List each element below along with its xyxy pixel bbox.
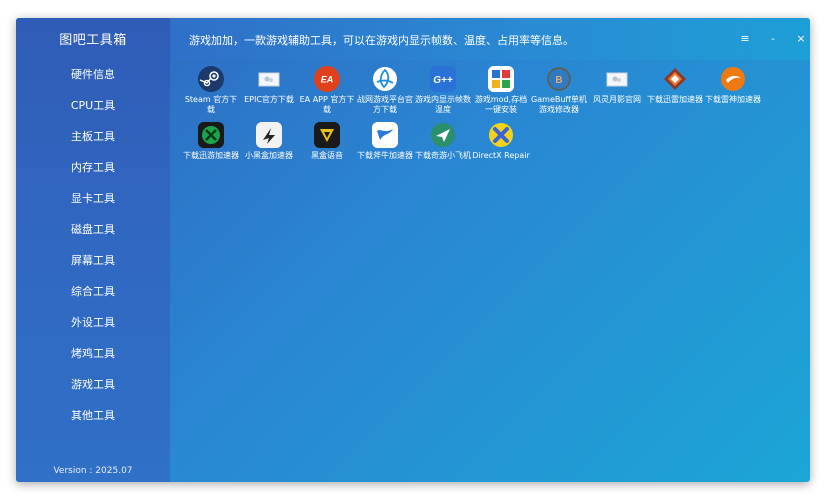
heihe-icon <box>256 122 282 148</box>
sidebar: 图吧工具箱 硬件信息 CPU工具 主板工具 内存工具 显卡工具 磁盘工具 屏幕工… <box>16 18 170 482</box>
tile-label: 风灵月影官网 <box>593 95 641 104</box>
tile-mod-installer[interactable]: 游戏mod,存档一键安装 <box>472 66 530 118</box>
tile-xunyou[interactable]: 下载迅游加速器 <box>182 122 240 174</box>
sidebar-item-motherboard-tools[interactable]: 主板工具 <box>16 121 170 152</box>
tile-fengling[interactable]: 风灵月影官网 <box>588 66 646 118</box>
tile-label: 下载迅雷加速器 <box>647 95 703 104</box>
qiyou-icon <box>430 122 456 148</box>
tool-description: 游戏加加，一款游戏辅助工具，可以在游戏内显示帧数、温度、占用率等信息。 <box>189 34 574 47</box>
svg-text:EA: EA <box>321 75 334 85</box>
sidebar-item-game-tools[interactable]: 游戏工具 <box>16 369 170 400</box>
tile-label: EA APP 官方下载 <box>299 95 355 114</box>
close-button[interactable]: × <box>794 32 808 46</box>
svg-text:B: B <box>555 75 562 86</box>
heihe-voice-icon <box>314 122 340 148</box>
tile-ea-app[interactable]: EA EA APP 官方下载 <box>298 66 356 118</box>
funiu-icon <box>372 122 398 148</box>
tool-grid: Steam 官方下载 EPIC官方下载 EA EA APP 官方下载 战网游戏平… <box>182 66 772 174</box>
tile-qiyou[interactable]: 下载奇游小飞机 <box>414 122 472 174</box>
sidebar-item-general-tools[interactable]: 综合工具 <box>16 276 170 307</box>
tile-label: 黑盒语音 <box>311 151 343 160</box>
sidebar-item-stress-tools[interactable]: 烤鸡工具 <box>16 338 170 369</box>
tile-label: 战网游戏平台官方下载 <box>357 95 413 114</box>
tile-gplus[interactable]: G++ 游戏内显示帧数温度 <box>414 66 472 118</box>
app-title: 图吧工具箱 <box>59 33 127 48</box>
image-placeholder-icon <box>256 66 282 92</box>
tool-grid-area: Steam 官方下载 EPIC官方下载 EA EA APP 官方下载 战网游戏平… <box>170 60 810 482</box>
gplus-icon: G++ <box>430 66 456 92</box>
gamebuff-icon: B <box>546 66 572 92</box>
xunyou-icon <box>198 122 224 148</box>
leishen-icon <box>720 66 746 92</box>
tile-label: 游戏内显示帧数温度 <box>415 95 471 114</box>
tile-battlenet[interactable]: 战网游戏平台官方下载 <box>356 66 414 118</box>
tile-funiu[interactable]: 下载斧牛加速器 <box>356 122 414 174</box>
mod-icon <box>488 66 514 92</box>
sidebar-item-gpu-tools[interactable]: 显卡工具 <box>16 183 170 214</box>
sidebar-item-other-tools[interactable]: 其他工具 <box>16 400 170 431</box>
tile-label: 下载雷神加速器 <box>705 95 761 104</box>
battlenet-icon <box>372 66 398 92</box>
tile-label: DirectX Repair <box>472 151 530 160</box>
tile-label: 小黑盒加速器 <box>245 151 293 160</box>
tile-label: 下载迅游加速器 <box>183 151 239 160</box>
tile-directx-repair[interactable]: DirectX Repair <box>472 122 530 174</box>
sidebar-item-peripheral-tools[interactable]: 外设工具 <box>16 307 170 338</box>
tile-heihe-accelerator[interactable]: 小黑盒加速器 <box>240 122 298 174</box>
tile-thunder[interactable]: 下载迅雷加速器 <box>646 66 704 118</box>
header-bar: 游戏加加，一款游戏辅助工具，可以在游戏内显示帧数、温度、占用率等信息。 ≡ - … <box>170 18 810 60</box>
tile-label: 下载斧牛加速器 <box>357 151 413 160</box>
sidebar-item-disk-tools[interactable]: 磁盘工具 <box>16 214 170 245</box>
tile-label: 下载奇游小飞机 <box>415 151 471 160</box>
image-placeholder-icon <box>604 66 630 92</box>
svg-text:G++: G++ <box>433 75 453 86</box>
sidebar-item-memory-tools[interactable]: 内存工具 <box>16 152 170 183</box>
version-label: Version : 2025.07 <box>53 466 133 476</box>
tile-gamebuff[interactable]: B GameBuff单机游戏修改器 <box>530 66 588 118</box>
tile-leishen[interactable]: 下载雷神加速器 <box>704 66 762 118</box>
sidebar-item-screen-tools[interactable]: 屏幕工具 <box>16 245 170 276</box>
menu-icon[interactable]: ≡ <box>738 32 752 46</box>
sidebar-item-cpu-tools[interactable]: CPU工具 <box>16 90 170 121</box>
minimize-button[interactable]: - <box>766 32 780 46</box>
ea-icon: EA <box>314 66 340 92</box>
tile-label: GameBuff单机游戏修改器 <box>531 95 587 114</box>
app-window: 图吧工具箱 硬件信息 CPU工具 主板工具 内存工具 显卡工具 磁盘工具 屏幕工… <box>16 18 810 482</box>
sidebar-menu: 硬件信息 CPU工具 主板工具 内存工具 显卡工具 磁盘工具 屏幕工具 综合工具… <box>16 59 170 431</box>
tile-label: 游戏mod,存档一键安装 <box>474 95 528 114</box>
steam-icon <box>198 66 224 92</box>
directx-icon <box>488 122 514 148</box>
tile-epic[interactable]: EPIC官方下载 <box>240 66 298 118</box>
sidebar-item-hardware-info[interactable]: 硬件信息 <box>16 59 170 90</box>
tile-steam[interactable]: Steam 官方下载 <box>182 66 240 118</box>
tile-heihe-voice[interactable]: 黑盒语音 <box>298 122 356 174</box>
tile-label: Steam 官方下载 <box>184 95 238 114</box>
tile-label: EPIC官方下载 <box>244 95 294 104</box>
thunder-icon <box>662 66 688 92</box>
